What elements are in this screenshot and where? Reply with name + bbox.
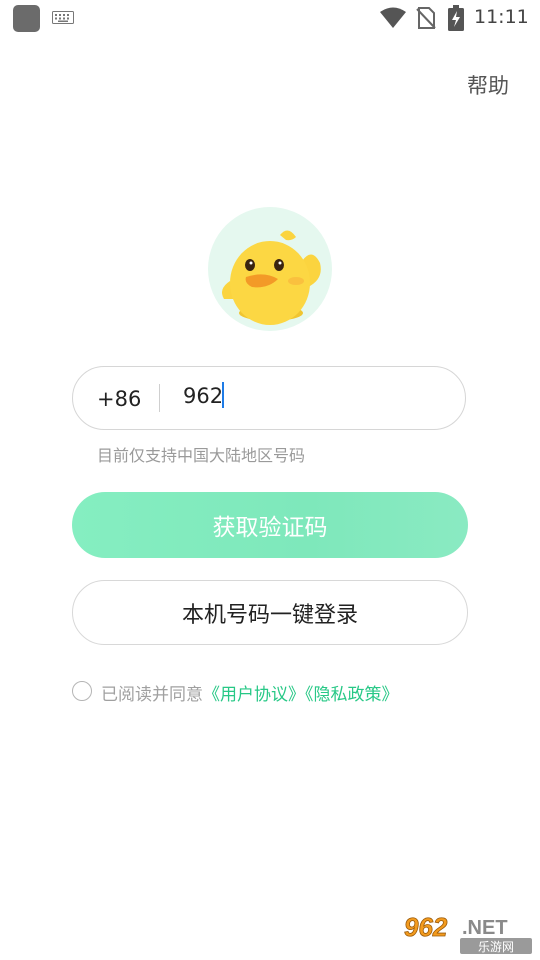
user-agreement-link[interactable]: 《用户协议》 [203, 685, 305, 705]
input-divider [159, 384, 160, 412]
agreement-prefix: 已阅读并同意 [101, 685, 203, 705]
watermark-site: 乐游网 [478, 940, 514, 954]
one-key-login-button[interactable]: 本机号码一键登录 [72, 580, 468, 645]
watermark-logo: 962 .NET 乐游网 [400, 910, 536, 956]
no-sim-icon [416, 7, 436, 29]
status-time: 11:11 [474, 6, 529, 28]
watermark-domain: .NET [462, 917, 508, 939]
agree-radio[interactable] [72, 681, 92, 701]
status-bar: 11:11 [0, 0, 540, 36]
get-code-button[interactable]: 获取验证码 [72, 492, 468, 558]
app-icon [13, 5, 40, 32]
country-code[interactable]: +86 [97, 387, 141, 411]
keyboard-icon [52, 11, 74, 24]
text-caret [222, 382, 224, 408]
phone-number-input[interactable] [183, 379, 413, 413]
battery-charging-icon [448, 5, 464, 31]
agreement-text: 已阅读并同意《用户协议》《隐私政策》 [101, 680, 399, 705]
privacy-policy-link[interactable]: 《隐私政策》 [305, 685, 399, 705]
wifi-icon [380, 7, 406, 28]
help-link[interactable]: 帮助 [467, 70, 509, 100]
watermark-number: 962 [404, 912, 448, 942]
phone-hint: 目前仅支持中国大陆地区号码 [97, 446, 306, 465]
phone-input-box[interactable]: +86 [72, 366, 466, 430]
duck-avatar-icon [208, 207, 332, 331]
